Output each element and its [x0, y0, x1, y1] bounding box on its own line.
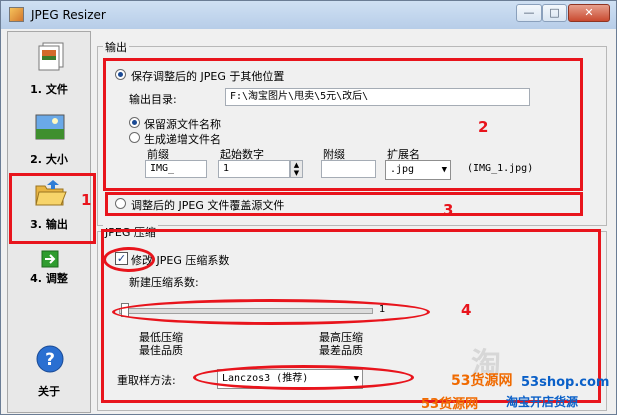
annotation-box-3: [105, 192, 583, 216]
annotation-ellipse-slider: [112, 299, 430, 325]
annotation-box-2: [103, 58, 583, 191]
landscape-image-icon: [35, 114, 65, 140]
sidebar-item-about[interactable]: ? 关于: [8, 344, 90, 400]
annotation-number-4: 4: [461, 301, 472, 319]
minimize-button[interactable]: —: [516, 4, 542, 22]
window-title: JPEG Resizer: [31, 8, 106, 22]
maximize-button[interactable]: □: [542, 4, 567, 22]
sidebar-item-size[interactable]: 2. 大小: [8, 112, 90, 168]
file-stack-icon: [38, 42, 64, 71]
svg-text:?: ?: [45, 350, 55, 370]
watermark-text-4: 淘宝开店货源: [506, 395, 579, 409]
annotation-ellipse-resample: [193, 365, 414, 390]
app-window: JPEG Resizer — □ ✕ 1. 文件 2. 大小 3. 输出 4. …: [0, 0, 617, 415]
sidebar-item-label: 关于: [38, 385, 60, 398]
annotation-ellipse-checkbox: [103, 247, 155, 272]
annotation-number-1: 1: [81, 191, 92, 209]
output-group-title: 输出: [103, 39, 129, 55]
sidebar-item-adjust[interactable]: 4. 调整: [8, 249, 90, 305]
watermark-text-2: 53shop.com: [521, 375, 610, 390]
watermark-text-3: 53货源网: [421, 397, 479, 412]
sidebar-item-label: 4. 调整: [30, 272, 68, 285]
help-question-icon: ?: [36, 345, 64, 373]
close-button[interactable]: ✕: [568, 4, 610, 22]
sidebar-item-label: 2. 大小: [30, 153, 68, 166]
sidebar-item-label: 1. 文件: [30, 83, 68, 96]
app-icon: [9, 7, 24, 22]
title-bar[interactable]: JPEG Resizer — □ ✕: [1, 1, 616, 29]
sidebar-item-file[interactable]: 1. 文件: [8, 42, 90, 98]
watermark-text-1: 53货源网: [451, 373, 513, 389]
annotation-number-3: 3: [443, 201, 454, 219]
annotation-number-2: 2: [478, 118, 489, 136]
